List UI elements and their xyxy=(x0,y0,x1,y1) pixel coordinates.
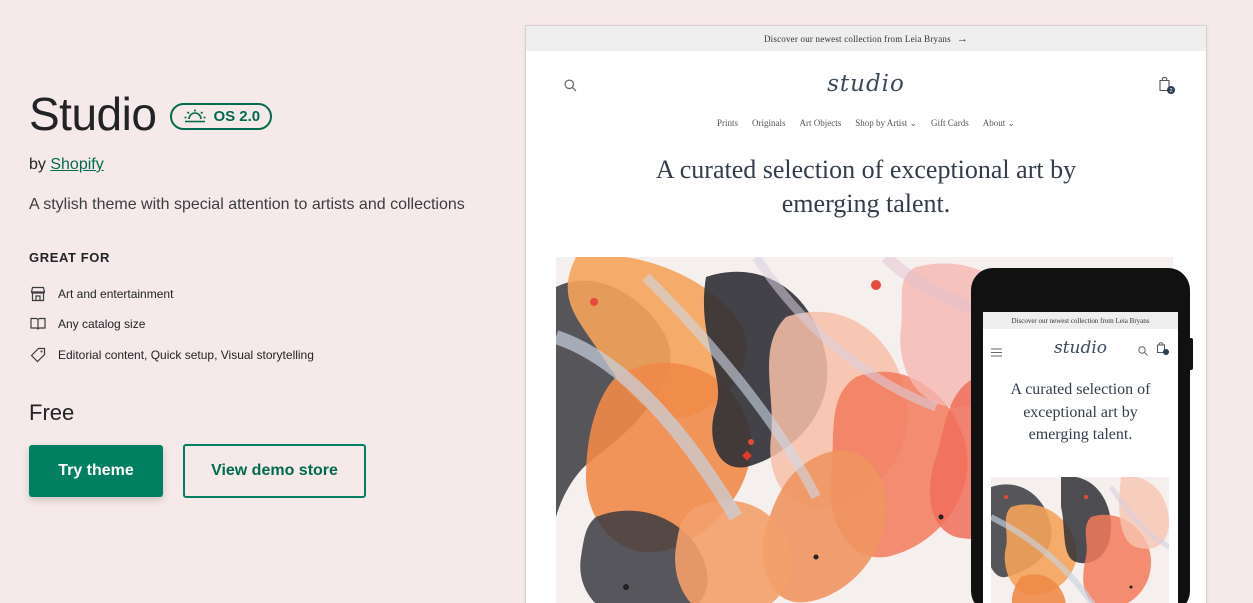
mobile-store-logo: studio xyxy=(1053,338,1108,358)
by-prefix: by xyxy=(29,156,46,173)
title-row: Studio OS 2.0 xyxy=(29,88,273,140)
nav-item[interactable]: Gift Cards xyxy=(931,118,969,128)
catalog-book-icon xyxy=(29,315,47,333)
nav-item-dropdown[interactable]: About xyxy=(983,118,1015,129)
nav-item-dropdown[interactable]: Shop by Artist xyxy=(855,118,917,129)
theme-price: Free xyxy=(29,400,75,425)
author-row: by Shopify xyxy=(29,156,104,174)
mobile-artwork-image xyxy=(991,477,1169,603)
author-link[interactable]: Shopify xyxy=(50,156,103,173)
try-theme-button[interactable]: Try theme xyxy=(29,445,163,497)
nav-item[interactable]: Art Objects xyxy=(799,118,841,128)
announcement-text: Discover our newest collection from Leia… xyxy=(763,33,951,44)
sunrise-icon xyxy=(184,109,206,123)
arrow-right-icon: → xyxy=(956,32,969,45)
theme-info-panel: Studio OS 2.0 by Shopify A stylish theme… xyxy=(29,0,509,603)
feature-label: Any catalog size xyxy=(58,317,146,331)
search-icon xyxy=(564,79,577,97)
nav-item[interactable]: Originals xyxy=(752,118,786,128)
hamburger-menu-icon xyxy=(991,344,1002,362)
svg-text:2: 2 xyxy=(1169,88,1172,94)
mobile-hero-heading: A curated selection of exceptional art b… xyxy=(1010,381,1151,443)
feature-label: Art and entertainment xyxy=(58,287,174,301)
feature-item: Editorial content, Quick setup, Visual s… xyxy=(29,346,314,364)
search-icon xyxy=(1138,343,1148,361)
theme-description: A stylish theme with special attention t… xyxy=(29,196,465,213)
mobile-preview: Discover our newest collection from Leia… xyxy=(971,268,1193,603)
theme-title: Studio xyxy=(29,88,157,140)
cart-icon: 2 xyxy=(1158,75,1176,100)
great-for-heading: GREAT FOR xyxy=(29,250,110,265)
phone-screen: Discover our newest collection from Leia… xyxy=(983,312,1178,603)
storefront-icon xyxy=(29,285,47,303)
mobile-announcement-text: Discover our newest collection from Leia… xyxy=(983,312,1178,329)
tag-icon xyxy=(29,346,47,364)
store-header: studio 2 xyxy=(526,51,1206,119)
view-demo-store-button[interactable]: View demo store xyxy=(183,444,366,498)
announcement-bar: Discover our newest collection from Leia… xyxy=(526,26,1206,51)
os-badge: OS 2.0 xyxy=(170,102,273,130)
nav-item[interactable]: Prints xyxy=(717,118,738,128)
feature-label: Editorial content, Quick setup, Visual s… xyxy=(58,348,314,362)
phone-side-button xyxy=(1189,338,1193,370)
os-badge-label: OS 2.0 xyxy=(213,107,261,125)
hero-heading: A curated selection of exceptional art b… xyxy=(655,155,1077,218)
store-logo: studio xyxy=(827,71,905,97)
mobile-store-header: studio xyxy=(983,329,1178,369)
cart-icon xyxy=(1156,341,1170,361)
feature-item: Art and entertainment xyxy=(29,285,173,303)
feature-item: Any catalog size xyxy=(29,315,145,333)
